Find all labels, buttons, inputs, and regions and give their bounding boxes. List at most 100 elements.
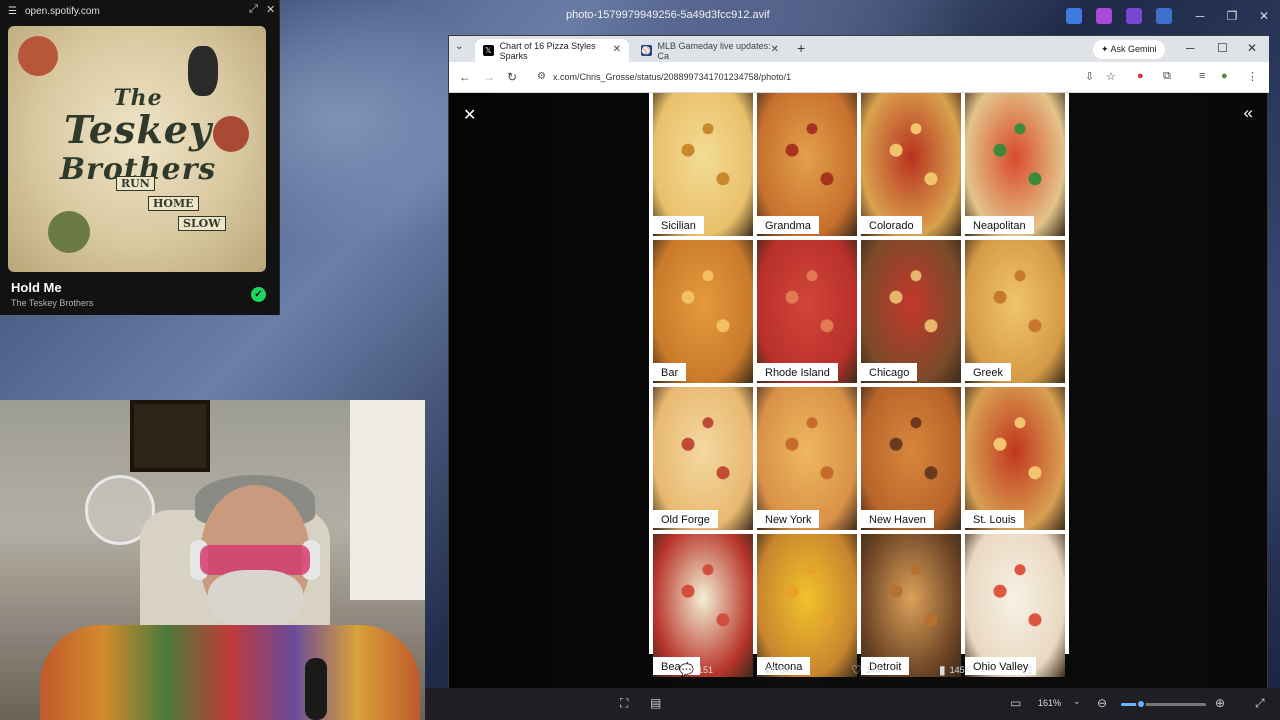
tab-label: Chart of 16 Pizza Styles Sparks: [499, 40, 596, 61]
tab-strip: ⌄ 𝕏 Chart of 16 Pizza Styles Sparks ✕ ⚾ …: [449, 36, 1269, 62]
views-button[interactable]: ▮ 145K: [939, 663, 971, 677]
pizza-style-cell: Altoona: [757, 534, 857, 677]
pizza-style-cell: Greek: [965, 240, 1065, 383]
maximize-icon[interactable]: ☐: [1217, 41, 1228, 55]
bookmark-star-icon[interactable]: ☆: [1106, 70, 1116, 83]
maximize-icon[interactable]: ❐: [1222, 6, 1242, 26]
like-count: 144: [865, 665, 881, 675]
pizza-photo: [965, 93, 1065, 236]
pizza-photo: [861, 534, 961, 677]
close-icon[interactable]: ✕: [1247, 41, 1257, 55]
media-controls-icon[interactable]: ≡: [1199, 70, 1205, 82]
collapse-panel-icon[interactable]: «: [1244, 103, 1253, 123]
pizza-style-cell: Beach: [653, 534, 753, 677]
install-app-icon[interactable]: ⇩: [1085, 70, 1094, 83]
zoom-level[interactable]: 161%: [1038, 698, 1061, 708]
pizza-styles-chart-image: Sicilian Grandma Colorado Neapolitan Bar Rhod…: [649, 93, 1069, 677]
browser-window: ⌄ 𝕏 Chart of 16 Pizza Styles Sparks ✕ ⚾ …: [448, 35, 1269, 688]
track-artist[interactable]: The Teskey Brothers: [11, 298, 93, 308]
album-word: HOME: [148, 196, 199, 211]
pizza-style-cell: St. Louis: [965, 387, 1065, 530]
ask-gemini-label: Ask Gemini: [1110, 44, 1157, 54]
minimize-icon[interactable]: ─: [1186, 41, 1195, 55]
pizza-style-cell: Grandma: [757, 93, 857, 236]
visual-search-icon[interactable]: ⛶: [620, 696, 628, 711]
app-tray-icon[interactable]: [1096, 8, 1112, 24]
zoom-in-icon[interactable]: ⊕: [1215, 696, 1225, 710]
pizza-style-cell: Bar: [653, 240, 753, 383]
close-icon[interactable]: ✕: [266, 3, 275, 16]
like-button[interactable]: ♡ 144: [851, 663, 881, 677]
expand-icon[interactable]: ⤢: [249, 3, 258, 16]
tab-search-icon[interactable]: ⌄: [455, 41, 463, 52]
more-menu-icon[interactable]: ⋮: [1247, 70, 1258, 83]
pizza-style-cell: Detroit: [861, 534, 961, 677]
settings-icon[interactable]: ☰: [8, 6, 17, 17]
pizza-style-cell: Chicago: [861, 240, 961, 383]
pizza-photo: [861, 240, 961, 383]
zoom-slider-knob[interactable]: [1135, 699, 1146, 709]
pizza-photo: [861, 93, 961, 236]
reply-count: 151: [697, 665, 713, 675]
extensions-icon[interactable]: ⧉: [1163, 70, 1171, 83]
back-icon[interactable]: ←: [459, 70, 471, 84]
post-actions: 💬 151 ⇄ 64 ♡ 144 ▮ 145K ⇪: [649, 657, 1069, 685]
new-tab-icon[interactable]: +: [797, 40, 805, 56]
pizza-style-label: New York: [757, 510, 820, 528]
liked-check-icon[interactable]: ✓: [251, 287, 266, 302]
webcam-poster: [130, 400, 210, 472]
track-title[interactable]: Hold Me: [11, 280, 62, 295]
album-art-line: Teskey: [63, 107, 213, 152]
profile-avatar[interactable]: ●: [1221, 70, 1228, 82]
fullscreen-icon[interactable]: ⤢: [1255, 696, 1265, 711]
album-word: RUN: [116, 176, 155, 191]
reply-button[interactable]: 💬 151: [679, 663, 713, 677]
close-photo-icon[interactable]: ✕: [463, 105, 476, 125]
app-tray-icon[interactable]: [1156, 8, 1172, 24]
pizza-photo: [757, 534, 857, 677]
pizza-style-label: Neapolitan: [965, 216, 1034, 234]
album-art: The Teskey Brothers RUN HOME SLOW: [8, 26, 266, 272]
forward-icon[interactable]: →: [483, 70, 495, 84]
address-bar: ← → ↻ ⚙ x.com/Chris_Grosse/status/208899…: [449, 62, 1269, 93]
webcam-microphone: [305, 658, 327, 720]
close-icon[interactable]: ✕: [1254, 6, 1274, 26]
close-tab-icon[interactable]: ✕: [613, 44, 621, 55]
pizza-style-cell: Rhode Island: [757, 240, 857, 383]
pizza-style-label: Rhode Island: [757, 363, 838, 381]
repost-button[interactable]: ⇄ 64: [765, 663, 789, 677]
url-field[interactable]: x.com/Chris_Grosse/status/20889973417012…: [553, 72, 791, 82]
adblock-extension-icon[interactable]: ●: [1137, 70, 1144, 82]
zoom-slider[interactable]: [1121, 699, 1206, 709]
pizza-photo: [757, 387, 857, 530]
spotify-mini-player: ☰ open.spotify.com ⤢ ✕ The Teskey Brothe…: [0, 0, 280, 315]
fit-to-window-icon[interactable]: ▭: [1010, 696, 1021, 710]
share-button[interactable]: ⇪: [1025, 663, 1039, 677]
pizza-style-cell: Neapolitan: [965, 93, 1065, 236]
minimize-icon[interactable]: ─: [1190, 6, 1210, 26]
site-info-icon[interactable]: ⚙: [537, 71, 546, 82]
ask-gemini-button[interactable]: ✦ Ask Gemini: [1093, 40, 1165, 59]
webcam-bookshelf: [350, 400, 425, 600]
zoom-dropdown-icon[interactable]: ⌄: [1073, 696, 1081, 707]
album-word: SLOW: [178, 216, 226, 231]
repost-icon: ⇄: [765, 663, 776, 677]
views-chart-icon: ▮: [939, 663, 946, 677]
pizza-grid: Sicilian Grandma Colorado Neapolitan Bar Rhod…: [653, 93, 1065, 677]
app-tray-icon[interactable]: [1126, 8, 1142, 24]
pizza-style-label: Bar: [653, 363, 687, 381]
tab-mlb-gameday[interactable]: ⚾ MLB Gameday live updates: Ca ✕: [633, 39, 787, 62]
album-art-flower: [48, 211, 90, 253]
gemini-sparkle-icon: ✦: [1101, 44, 1111, 54]
app-tray-icon[interactable]: [1066, 8, 1082, 24]
spotify-titlebar: ☰ open.spotify.com: [0, 0, 279, 22]
zoom-out-icon[interactable]: ⊖: [1097, 696, 1107, 710]
pizza-style-label: Grandma: [757, 216, 819, 234]
text-scan-icon[interactable]: ▤: [650, 696, 661, 710]
tab-pizza-chart[interactable]: 𝕏 Chart of 16 Pizza Styles Sparks ✕: [475, 39, 629, 62]
close-tab-icon[interactable]: ✕: [771, 44, 779, 55]
pizza-style-label: New Haven: [861, 510, 934, 528]
viewer-title: photo-1579979949256-5a49d3fcc912.avif: [566, 9, 770, 21]
webcam-person-beard: [208, 570, 303, 630]
reload-icon[interactable]: ↻: [507, 70, 517, 84]
